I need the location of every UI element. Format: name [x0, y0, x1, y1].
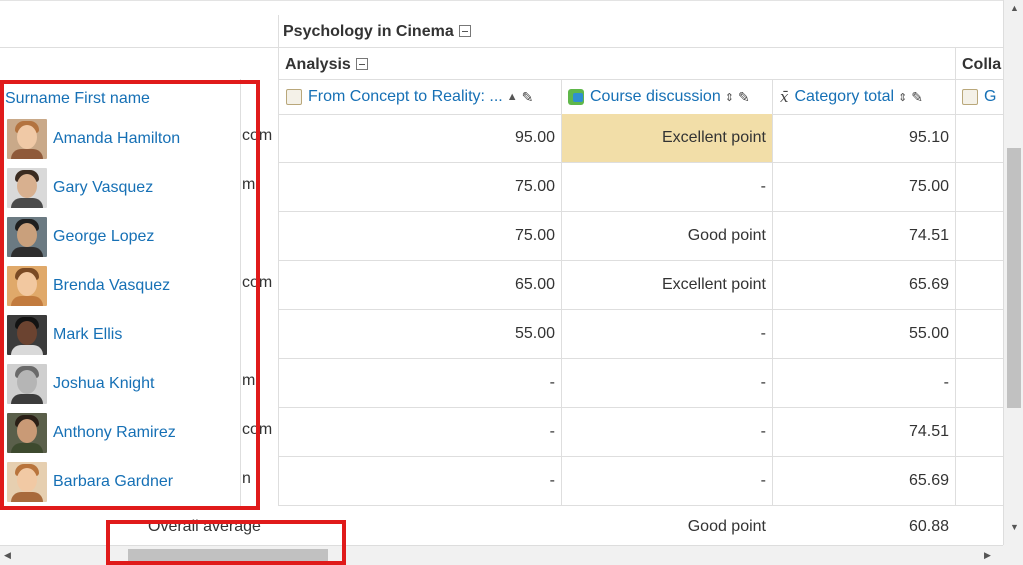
scroll-left-icon[interactable]: ◀ — [4, 550, 11, 560]
column-header-discussion[interactable]: Course discussion ⇕ ✎ — [568, 79, 768, 115]
grade-cell[interactable]: 75.00 — [279, 212, 561, 260]
total-cell: - — [943, 374, 949, 391]
total-cell: 74.51 — [908, 423, 949, 440]
grade-cell[interactable]: - — [562, 163, 772, 211]
sort-arrows-icon[interactable]: ⇕ — [898, 91, 907, 104]
grid-line — [955, 47, 956, 505]
total-cell: 75.00 — [908, 178, 949, 195]
total-cell: 65.69 — [908, 472, 949, 489]
grade-cell[interactable]: - — [562, 310, 772, 358]
column-header-concept-label[interactable]: From Concept to Reality: ... — [308, 88, 503, 106]
analysis-category-header: Analysis — [285, 56, 368, 74]
annotation-highlight-names — [0, 80, 260, 510]
sort-arrows-icon[interactable]: ⇕ — [725, 91, 734, 104]
grade-cell[interactable]: - — [279, 359, 561, 407]
forum-icon — [568, 89, 584, 105]
collapse-icon[interactable] — [458, 25, 471, 37]
grade-cell[interactable]: - — [562, 359, 772, 407]
annotation-highlight-scrollbar — [106, 520, 346, 565]
grade-cell[interactable]: 75.00 — [279, 163, 561, 211]
column-header-next-label[interactable]: G — [984, 88, 996, 106]
grade-cell[interactable]: - — [279, 408, 561, 456]
column-header-concept[interactable]: From Concept to Reality: ... ▲ ✎ — [286, 79, 556, 115]
overall-average-discussion: Good point — [687, 518, 766, 535]
collab-category-header: Colla — [962, 56, 1001, 74]
column-header-total-label[interactable]: Category total — [794, 88, 894, 106]
grade-cell[interactable]: 65.00 — [279, 261, 561, 309]
column-header-next[interactable]: G — [962, 79, 1003, 115]
overall-average-total: 60.88 — [908, 518, 949, 535]
scrollbar-corner — [1003, 545, 1023, 565]
sort-asc-icon[interactable]: ▲ — [507, 91, 518, 103]
course-category-header: Psychology in Cinema — [283, 23, 471, 41]
total-cell: 55.00 — [908, 325, 949, 342]
grade-cell[interactable]: - — [562, 457, 772, 505]
assignment-icon — [962, 89, 978, 105]
pencil-icon[interactable]: ✎ — [522, 89, 534, 106]
analysis-category-title: Analysis — [285, 56, 351, 73]
pencil-icon[interactable]: ✎ — [911, 89, 923, 106]
scroll-up-icon[interactable]: ▲ — [1010, 3, 1019, 13]
collab-category-title: Colla — [962, 56, 1002, 73]
column-header-total[interactable]: x̄ Category total ⇕ ✎ — [780, 79, 952, 115]
collapse-icon[interactable] — [355, 58, 368, 70]
scroll-right-icon[interactable]: ▶ — [984, 550, 991, 560]
grade-cell[interactable]: Good point — [562, 212, 772, 260]
grade-cell[interactable]: - — [562, 408, 772, 456]
vertical-scroll-thumb[interactable] — [1007, 148, 1021, 408]
scroll-down-icon[interactable]: ▼ — [1010, 522, 1019, 532]
grade-cell-highlighted[interactable]: Excellent point — [562, 114, 772, 162]
total-cell: 65.69 — [908, 276, 949, 293]
grade-cell[interactable]: Excellent point — [562, 261, 772, 309]
assignment-icon — [286, 89, 302, 105]
grade-cell[interactable]: 55.00 — [279, 310, 561, 358]
grade-cell[interactable]: - — [279, 457, 561, 505]
grid-line — [0, 47, 1003, 48]
column-header-discussion-label[interactable]: Course discussion — [590, 88, 721, 106]
total-cell: 95.10 — [908, 129, 949, 146]
vertical-scrollbar[interactable]: ▲ ▼ — [1003, 0, 1023, 545]
category-total-icon: x̄ — [780, 88, 789, 106]
total-cell: 74.51 — [908, 227, 949, 244]
grade-cell[interactable]: 95.00 — [279, 114, 561, 162]
course-category-title: Psychology in Cinema — [283, 23, 454, 40]
pencil-icon[interactable]: ✎ — [738, 89, 750, 106]
